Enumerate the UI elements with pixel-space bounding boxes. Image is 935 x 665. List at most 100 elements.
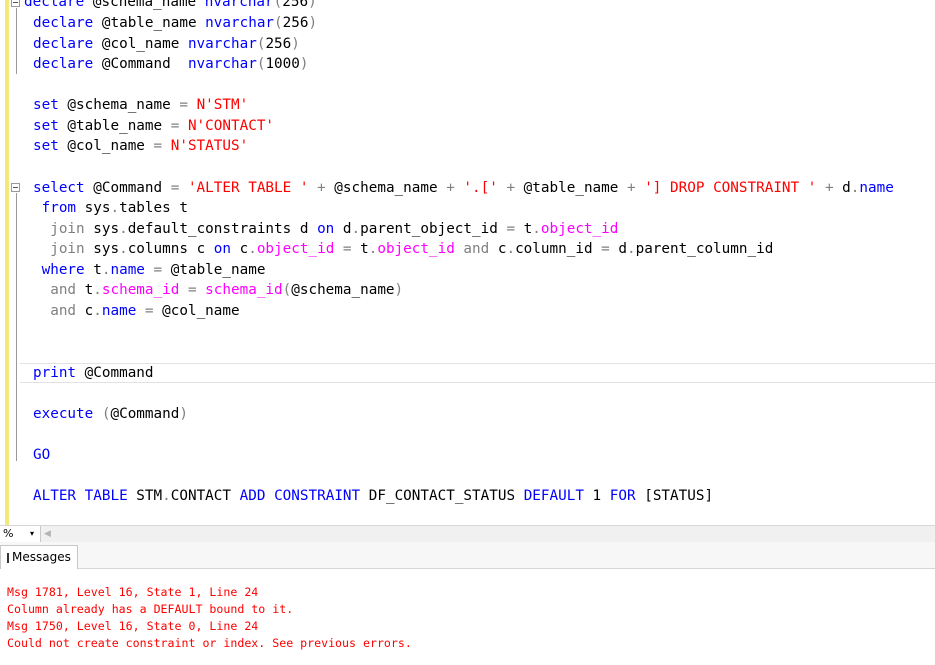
tab-label: Messages — [12, 550, 71, 564]
operator: = — [170, 180, 180, 196]
punct: ) — [394, 282, 404, 298]
collapse-icon[interactable] — [11, 183, 20, 192]
operator: and — [463, 241, 490, 257]
code-line: join sys.default_constraints d on d.pare… — [50, 221, 619, 237]
keyword: DEFAULT — [523, 488, 584, 504]
punct: . — [626, 241, 636, 257]
keyword: declare — [33, 15, 94, 31]
code-line: ALTER TABLE STM.CONTACT ADD CONSTRAINT D… — [33, 488, 714, 504]
scroll-left-icon[interactable]: ◀ — [44, 526, 51, 542]
tab-messages[interactable]: Messages — [0, 545, 78, 569]
operator: = — [342, 241, 352, 257]
punct: ( — [101, 406, 111, 422]
operator: + — [446, 180, 455, 196]
editor-status-bar: % ▾ ◀ — [0, 525, 935, 542]
change-tracking-margin — [5, 0, 9, 525]
code-line: print @Command — [33, 365, 154, 381]
collapse-icon[interactable] — [11, 0, 20, 7]
code-line: set @table_name = N'CONTACT' — [33, 118, 275, 134]
operator: and — [50, 303, 77, 319]
code-line: declare @Command nvarchar(1000) — [33, 56, 309, 72]
operator: join — [50, 221, 85, 237]
keyword: from — [41, 200, 77, 216]
operator: = — [179, 97, 188, 113]
punct: . — [351, 221, 361, 237]
punct: . — [119, 241, 128, 257]
keyword: where — [41, 262, 85, 278]
string-literal: '.[' — [463, 180, 498, 196]
operator: and — [50, 282, 77, 298]
punct: . — [110, 200, 120, 216]
punct: . — [119, 221, 128, 237]
error-message: Could not create constraint or index. Se… — [7, 636, 412, 650]
keyword: ALTER — [33, 488, 77, 504]
punct: ) — [179, 406, 188, 422]
code-line: declare @table_name nvarchar(256) — [33, 15, 318, 31]
code-line: GO — [33, 447, 51, 463]
error-message: Column already has a DEFAULT bound to it… — [7, 602, 294, 616]
fold-guide — [16, 8, 17, 74]
punct: . — [506, 241, 516, 257]
function: schema_id — [205, 282, 283, 298]
string-literal: '] DROP CONSTRAINT ' — [644, 180, 817, 196]
messages-pane: Msg 1781, Level 16, State 1, Line 24 Col… — [0, 569, 935, 665]
code-line: where t.name = @table_name — [41, 262, 266, 278]
keyword: set — [33, 118, 59, 134]
punct: ) — [308, 15, 318, 31]
query-editor[interactable]: declare @schema_name nvarchar(256) decla… — [0, 0, 935, 525]
keyword: declare — [33, 56, 94, 72]
operator: + — [626, 180, 636, 196]
punct: ) — [291, 36, 300, 52]
keyword: on — [317, 221, 335, 237]
punct: ( — [274, 15, 283, 31]
string-literal: N'STM' — [196, 97, 249, 113]
keyword: nvarchar — [187, 36, 257, 52]
operator: = — [601, 241, 610, 257]
code-line: declare @schema_name nvarchar(256) — [24, 0, 317, 12]
operator: = — [144, 303, 154, 319]
operator: + — [317, 180, 326, 196]
code-line: join sys.columns c on c.object_id = t.ob… — [50, 241, 774, 257]
results-tab-strip: Messages — [0, 542, 935, 569]
code-line: select @Command = 'ALTER TABLE ' + @sche… — [33, 180, 894, 196]
function: object_id — [540, 221, 619, 237]
keyword: set — [33, 138, 59, 154]
function: object_id — [377, 241, 455, 257]
keyword: TABLE — [84, 488, 128, 504]
code-line: set @schema_name = N'STM' — [33, 97, 249, 113]
keyword: execute — [33, 406, 94, 422]
code-line: declare @col_name nvarchar(256) — [33, 36, 300, 52]
keyword: on — [213, 241, 231, 257]
punct: ) — [299, 56, 309, 72]
keyword: nvarchar — [187, 56, 257, 72]
string-literal: 'ALTER TABLE ' — [187, 180, 309, 196]
keyword: declare — [33, 36, 94, 52]
zoom-dropdown[interactable]: % ▾ — [0, 526, 41, 542]
operator: = — [187, 282, 197, 298]
function: schema_id — [101, 282, 180, 298]
keyword: name — [859, 180, 894, 196]
keyword: name — [101, 303, 137, 319]
operator: = — [506, 221, 516, 237]
punct: . — [248, 241, 257, 257]
function: object_id — [256, 241, 335, 257]
operator: = — [170, 118, 180, 134]
punct: ( — [256, 36, 266, 52]
error-message: Msg 1781, Level 16, State 1, Line 24 — [7, 585, 259, 599]
keyword: declare — [24, 0, 85, 10]
keyword: select — [33, 180, 85, 196]
fold-guide — [16, 193, 17, 461]
operator: + — [824, 180, 834, 196]
keyword: set — [33, 97, 59, 113]
code-line: execute (@Command) — [33, 406, 188, 422]
code-line: set @col_name = N'STATUS' — [33, 138, 249, 154]
operator: join — [50, 241, 85, 257]
punct: ( — [273, 0, 283, 10]
code-line: and c.name = @col_name — [50, 303, 240, 319]
keyword: ADD — [239, 488, 266, 504]
keyword: print — [33, 365, 77, 381]
chevron-down-icon: ▾ — [30, 529, 35, 538]
messages-icon — [7, 552, 9, 563]
zoom-value: % — [3, 527, 14, 540]
keyword: name — [110, 262, 145, 278]
